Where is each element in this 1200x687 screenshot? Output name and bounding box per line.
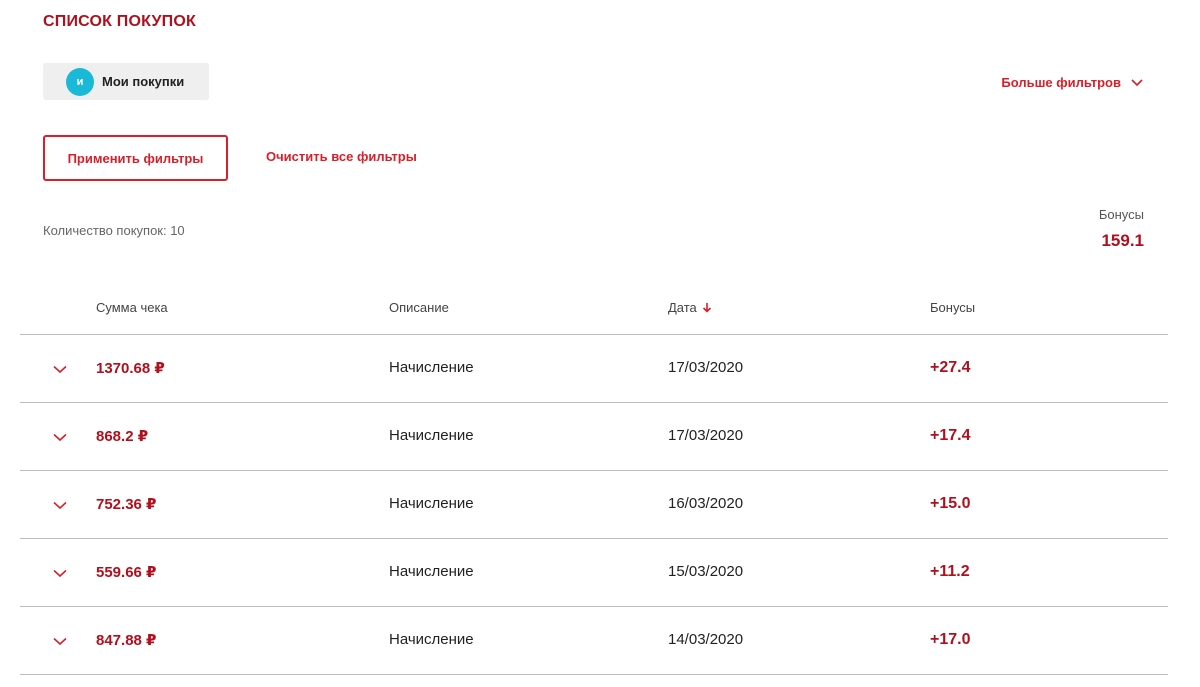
column-header-date-label: Дата: [668, 300, 697, 315]
column-header-bonus[interactable]: Бонусы: [930, 300, 975, 315]
table-row[interactable]: 559.66 ₽ Начисление 15/03/2020 +11.2: [20, 539, 1168, 607]
row-sum: 752.36 ₽: [96, 496, 157, 513]
row-sum: 559.66 ₽: [96, 564, 157, 581]
more-filters-label: Больше фильтров: [1001, 75, 1121, 90]
row-description: Начисление: [389, 427, 474, 444]
chevron-down-icon: [1131, 78, 1143, 86]
chip-label: Мои покупки: [102, 74, 185, 89]
row-bonus: +17.4: [930, 427, 971, 444]
arrow-down-icon: [702, 303, 711, 313]
row-bonus: +11.2: [930, 563, 970, 580]
column-header-date[interactable]: Дата: [668, 300, 712, 315]
row-expand-toggle[interactable]: [53, 361, 67, 378]
row-date: 16/03/2020: [668, 495, 744, 512]
row-sum: 1370.68 ₽: [96, 360, 165, 377]
table-header: Сумма чека Описание Дата Бонусы: [20, 290, 1168, 335]
bonus-summary: Бонусы 159.1: [1099, 207, 1144, 251]
row-sum: 868.2 ₽: [96, 428, 149, 445]
row-description: Начисление: [389, 563, 474, 580]
page-title: СПИСОК ПОКУПОК: [43, 13, 196, 30]
chevron-down-icon: [53, 569, 67, 578]
purchase-count: Количество покупок: 10: [43, 223, 185, 238]
row-expand-toggle[interactable]: [53, 429, 67, 446]
row-expand-toggle[interactable]: [53, 633, 67, 650]
row-description: Начисление: [389, 631, 474, 648]
table-row[interactable]: 1370.68 ₽ Начисление 17/03/2020 +27.4: [20, 335, 1168, 403]
chevron-down-icon: [53, 365, 67, 374]
chevron-down-icon: [53, 637, 67, 646]
row-description: Начисление: [389, 495, 474, 512]
row-date: 15/03/2020: [668, 563, 744, 580]
table-row[interactable]: 847.88 ₽ Начисление 14/03/2020 +17.0: [20, 607, 1168, 675]
purchase-list-page: СПИСОК ПОКУПОК и Мои покупки Больше филь…: [0, 0, 1200, 687]
table-row[interactable]: 752.36 ₽ Начисление 16/03/2020 +15.0: [20, 471, 1168, 539]
row-bonus: +15.0: [930, 495, 971, 512]
row-expand-toggle[interactable]: [53, 565, 67, 582]
bonus-summary-value: 159.1: [1101, 231, 1144, 250]
row-expand-toggle[interactable]: [53, 497, 67, 514]
clear-filters-link[interactable]: Очистить все фильтры: [266, 149, 417, 164]
row-description: Начисление: [389, 359, 474, 376]
chevron-down-icon: [53, 433, 67, 442]
apply-filters-button[interactable]: Применить фильтры: [43, 135, 228, 181]
bonus-summary-label: Бонусы: [1098, 207, 1144, 222]
my-purchases-filter-chip[interactable]: и Мои покупки: [43, 63, 209, 100]
row-date: 17/03/2020: [668, 427, 744, 444]
row-date: 14/03/2020: [668, 631, 744, 648]
avatar: и: [66, 67, 94, 96]
more-filters-button[interactable]: Больше фильтров: [1001, 75, 1143, 90]
column-header-sum[interactable]: Сумма чека: [96, 300, 168, 315]
row-bonus: +17.0: [930, 631, 971, 648]
row-date: 17/03/2020: [668, 359, 744, 376]
purchases-table: Сумма чека Описание Дата Бонусы 1370.68 …: [20, 290, 1168, 675]
row-sum: 847.88 ₽: [96, 632, 157, 649]
table-row[interactable]: 868.2 ₽ Начисление 17/03/2020 +17.4: [20, 403, 1168, 471]
column-header-description[interactable]: Описание: [389, 300, 449, 315]
chevron-down-icon: [53, 501, 67, 510]
row-bonus: +27.4: [930, 359, 971, 376]
